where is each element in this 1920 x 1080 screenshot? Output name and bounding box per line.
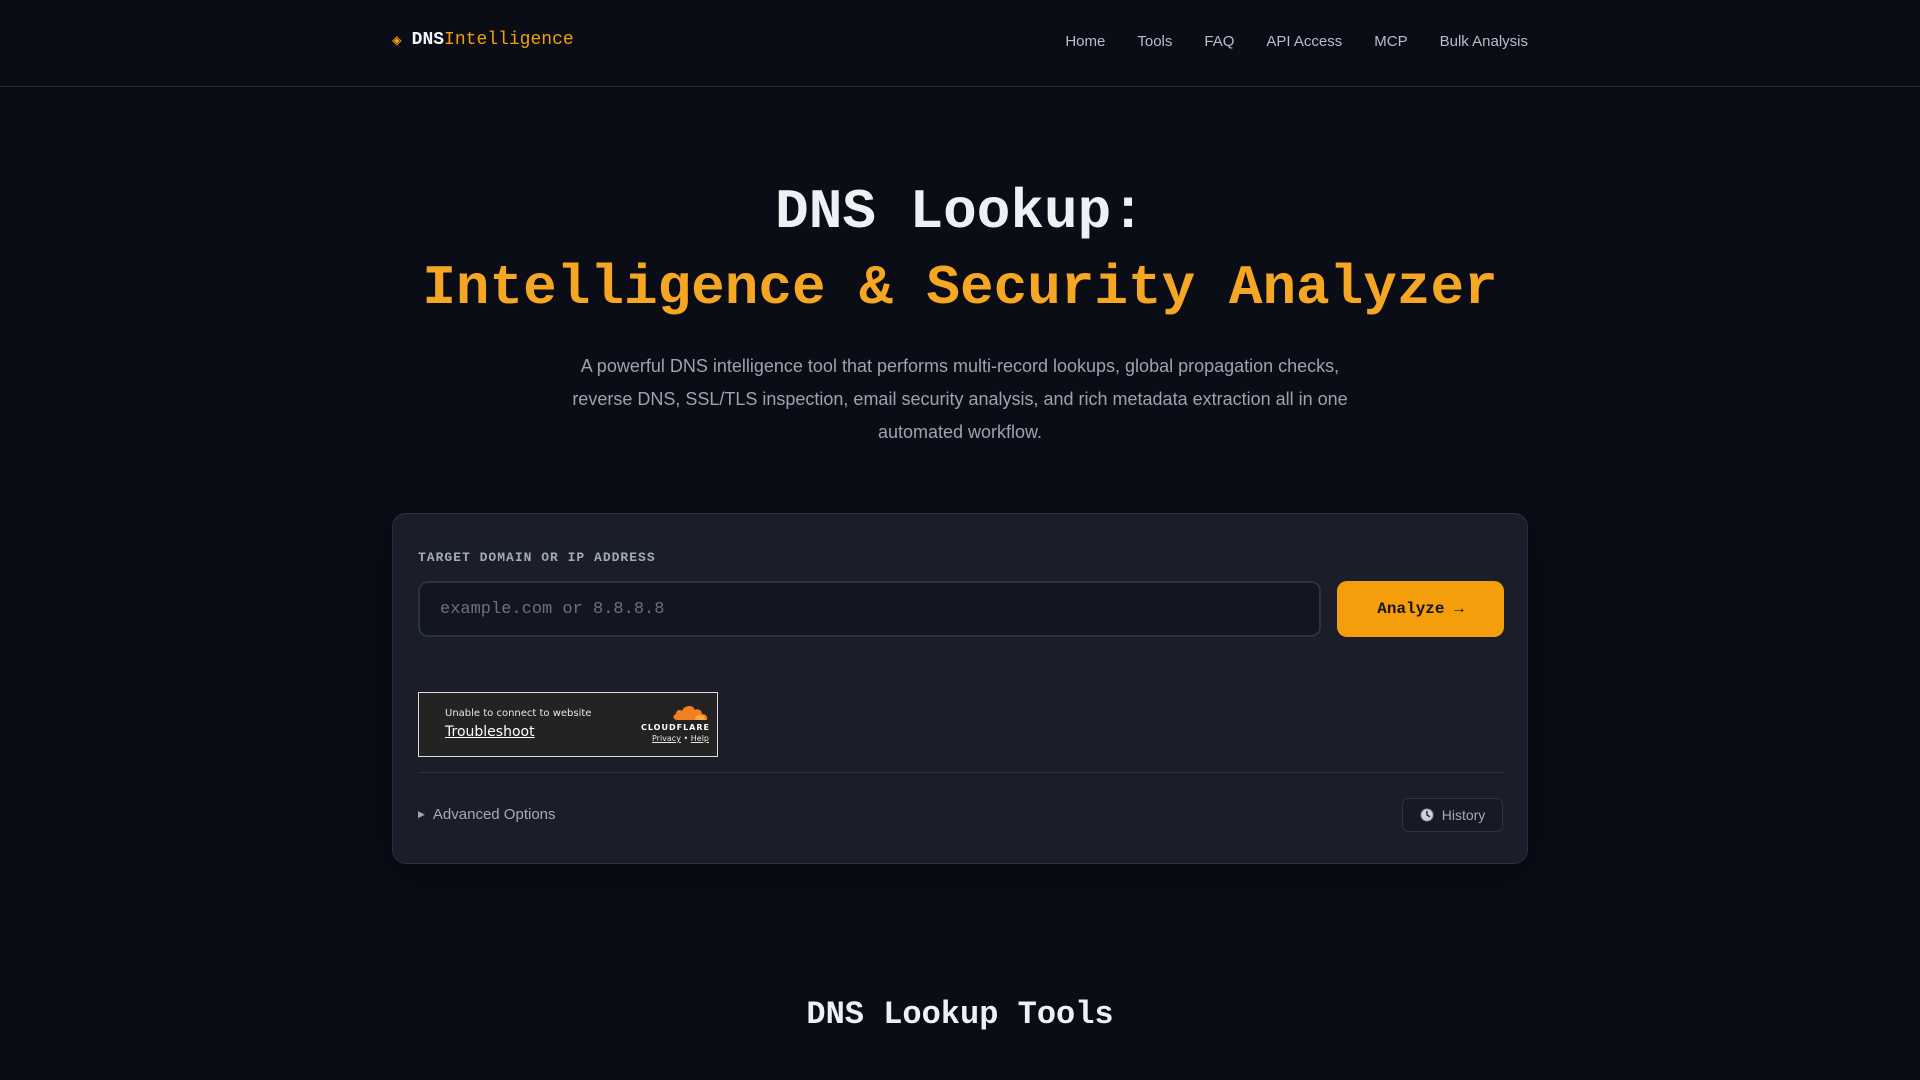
history-button[interactable]: History — [1402, 798, 1503, 832]
advanced-options-label: Advanced Options — [432, 806, 556, 823]
clock-icon — [1420, 808, 1434, 822]
cloudflare-widget: Unable to connect to website Troubleshoo… — [418, 692, 718, 757]
main-nav: Home Tools FAQ API Access MCP Bulk Analy… — [1065, 33, 1528, 50]
domain-input[interactable] — [418, 581, 1321, 637]
privacy-link[interactable]: Privacy — [652, 734, 681, 743]
logo-secondary: Intelligence — [444, 30, 574, 50]
caret-right-icon: ▶ — [418, 809, 425, 819]
nav-tools[interactable]: Tools — [1137, 33, 1172, 50]
logo-primary: DNS — [411, 30, 445, 50]
site-header: ◈ DNS Intelligence Home Tools FAQ API Ac… — [0, 0, 1920, 87]
history-label: History — [1441, 807, 1486, 823]
captcha-links: Privacy • Help — [652, 734, 709, 743]
nav-mcp[interactable]: MCP — [1374, 33, 1407, 50]
card-divider — [418, 772, 1503, 773]
cloudflare-cloud-icon — [673, 705, 708, 720]
hero-title: DNS Lookup: — [775, 180, 1145, 244]
hero-description: A powerful DNS intelligence tool that pe… — [572, 356, 1348, 442]
nav-faq[interactable]: FAQ — [1204, 33, 1234, 50]
target-label: TARGET DOMAIN OR IP ADDRESS — [418, 550, 656, 565]
nav-bulk-analysis[interactable]: Bulk Analysis — [1440, 33, 1528, 50]
nav-api-access[interactable]: API Access — [1266, 33, 1342, 50]
site-logo[interactable]: ◈ DNS Intelligence — [392, 30, 574, 50]
nav-home[interactable]: Home — [1065, 33, 1105, 50]
hero-subtitle: Intelligence & Security Analyzer — [422, 256, 1498, 320]
tools-section-title: DNS Lookup Tools — [806, 996, 1114, 1033]
diamond-icon: ◈ — [392, 32, 402, 50]
link-separator: • — [683, 734, 689, 743]
analyze-button[interactable]: Analyze → — [1337, 581, 1504, 637]
help-link[interactable]: Help — [691, 734, 709, 743]
captcha-message: Unable to connect to website — [445, 708, 592, 719]
troubleshoot-link[interactable]: Troubleshoot — [445, 724, 535, 740]
advanced-options-toggle[interactable]: ▶ Advanced Options — [418, 806, 556, 823]
lookup-card: TARGET DOMAIN OR IP ADDRESS Analyze → Un… — [392, 513, 1528, 864]
cloudflare-brand: CLOUDFLARE — [641, 723, 710, 732]
